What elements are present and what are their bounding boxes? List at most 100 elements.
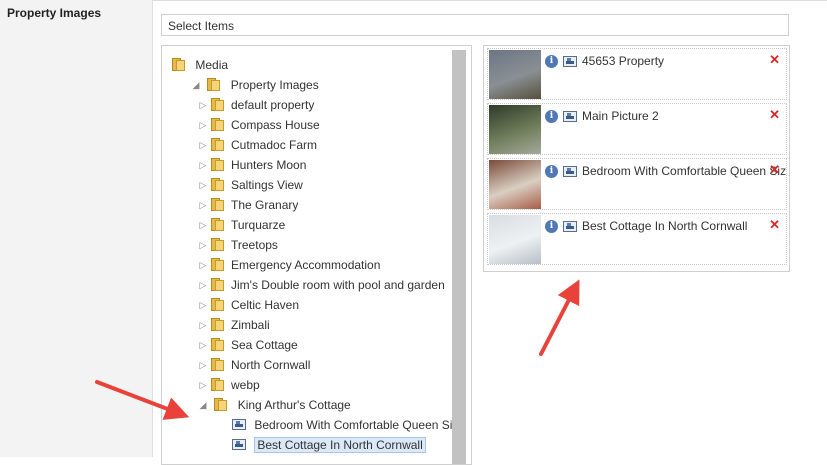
- selected-items-panel: i 45653 Property ✕ i Main Picture 2 ✕ i Bedroom…: [483, 45, 790, 272]
- tree-node-turquarze[interactable]: ▷ Turquarze: [198, 214, 286, 235]
- tree-leaf-bedroom[interactable]: Bedroom With Comfortable Queen Si: [232, 414, 452, 434]
- expanded-arrow-icon[interactable]: ◢: [198, 395, 208, 415]
- info-icon[interactable]: i: [545, 55, 558, 68]
- image-icon: [563, 221, 577, 232]
- thumbnail-image: [489, 50, 541, 99]
- folder-icon: [211, 158, 224, 172]
- picked-item-name: Bedroom With Comfortable Queen Size: [582, 164, 787, 178]
- tree-node-zimbali[interactable]: ▷ Zimbali: [198, 314, 270, 334]
- media-tree-panel: Media ◢ Property Images ▷ default propert…: [161, 45, 472, 465]
- tree-node-label: North Cornwall: [231, 357, 311, 372]
- collapsed-arrow-icon[interactable]: ▷: [198, 275, 208, 295]
- folder-icon: [211, 218, 224, 232]
- tree-node-label: default property: [231, 97, 315, 112]
- tree-node-label: Treetops: [231, 237, 278, 252]
- image-icon: [232, 439, 246, 451]
- select-items-bar[interactable]: Select Items: [161, 14, 789, 36]
- arrow-to-picked-items: [539, 279, 580, 356]
- tree-node-north-cornwall[interactable]: ▷ North Cornwall: [198, 354, 311, 375]
- tree-node-compass-house[interactable]: ▷ Compass House: [198, 114, 320, 134]
- thumbnail-image: [489, 160, 541, 209]
- tree-node-label: Turquarze: [231, 217, 286, 232]
- collapsed-arrow-icon[interactable]: ▷: [198, 95, 208, 115]
- tree-node-celtic-haven[interactable]: ▷ Celtic Haven: [198, 294, 300, 315]
- tree-node-label: The Granary: [231, 197, 299, 212]
- info-icon[interactable]: i: [545, 110, 558, 123]
- tree-node-cutmadoc-farm[interactable]: ▷ Cutmadoc Farm: [198, 134, 318, 155]
- picked-item[interactable]: i 45653 Property ✕: [487, 48, 787, 100]
- tree-node-label: Cutmadoc Farm: [231, 137, 318, 152]
- collapsed-arrow-icon[interactable]: ▷: [198, 355, 208, 375]
- collapsed-arrow-icon[interactable]: ▷: [198, 155, 208, 175]
- tree-node-sea-cottage[interactable]: ▷ Sea Cottage: [198, 334, 298, 354]
- tree-node-the-granary[interactable]: ▷ The Granary: [198, 194, 299, 215]
- remove-icon[interactable]: ✕: [769, 52, 780, 68]
- collapsed-arrow-icon[interactable]: ▷: [198, 295, 208, 315]
- tree-node-label: Property Images: [230, 77, 319, 92]
- collapsed-arrow-icon[interactable]: ▷: [198, 235, 208, 255]
- tree-leaf-best-cottage[interactable]: Best Cottage In North Cornwall: [232, 434, 426, 454]
- folder-icon: [211, 378, 224, 392]
- tree-node-media[interactable]: Media: [172, 54, 228, 74]
- folder-icon: [214, 398, 228, 412]
- remove-icon[interactable]: ✕: [769, 162, 780, 178]
- tree-node-label: Emergency Accommodation: [231, 257, 381, 272]
- tree-node-treetops[interactable]: ▷ Treetops: [198, 234, 278, 254]
- tree-leaf-label: Bedroom With Comfortable Queen Si: [254, 417, 453, 432]
- thumbnail-image: [489, 105, 541, 154]
- folder-icon: [211, 238, 224, 252]
- folder-icon: [211, 318, 224, 332]
- tree-node-property-images[interactable]: ◢ Property Images: [191, 74, 319, 94]
- folder-icon: [211, 338, 224, 352]
- collapsed-arrow-icon[interactable]: ▷: [198, 115, 208, 135]
- info-icon[interactable]: i: [545, 165, 558, 178]
- picked-item[interactable]: i Best Cottage In North Cornwall ✕: [487, 213, 787, 265]
- tree-node-saltings-view[interactable]: ▷ Saltings View: [198, 174, 303, 194]
- collapsed-arrow-icon[interactable]: ▷: [198, 375, 208, 395]
- folder-icon: [207, 78, 221, 92]
- info-icon[interactable]: i: [545, 220, 558, 233]
- tree-node-label: Zimbali: [231, 317, 270, 332]
- tree-node-label: Hunters Moon: [231, 157, 307, 172]
- tree-scrollbar[interactable]: [452, 50, 466, 464]
- picked-item[interactable]: i Bedroom With Comfortable Queen Size ✕: [487, 158, 787, 210]
- tree-node-label: Saltings View: [231, 177, 303, 192]
- collapsed-arrow-icon[interactable]: ▷: [198, 255, 208, 275]
- collapsed-arrow-icon[interactable]: ▷: [198, 135, 208, 155]
- folder-icon: [211, 258, 224, 272]
- tree-node-webp[interactable]: ▷ webp: [198, 374, 260, 394]
- tree-node-default-property[interactable]: ▷ default property: [198, 94, 315, 115]
- tree-node-emergency-accommodation[interactable]: ▷ Emergency Accommodation: [198, 254, 381, 275]
- image-icon: [563, 166, 577, 177]
- collapsed-arrow-icon[interactable]: ▷: [198, 215, 208, 235]
- property-images-label: Property Images: [7, 6, 102, 20]
- image-icon: [563, 56, 577, 67]
- remove-icon[interactable]: ✕: [769, 107, 780, 123]
- tree-node-label: Sea Cottage: [231, 337, 298, 352]
- tree-node-label: Celtic Haven: [231, 297, 300, 312]
- expanded-arrow-icon[interactable]: ◢: [191, 75, 201, 95]
- folder-icon: [211, 278, 224, 292]
- collapsed-arrow-icon[interactable]: ▷: [198, 195, 208, 215]
- folder-icon: [172, 58, 185, 72]
- tree-node-label: Compass House: [231, 117, 320, 132]
- remove-icon[interactable]: ✕: [769, 217, 780, 233]
- tree-leaf-label-selected: Best Cottage In North Cornwall: [254, 436, 426, 453]
- tree-node-hunters-moon[interactable]: ▷ Hunters Moon: [198, 154, 307, 175]
- picked-item[interactable]: i Main Picture 2 ✕: [487, 103, 787, 155]
- collapsed-arrow-icon[interactable]: ▷: [198, 335, 208, 355]
- collapsed-arrow-icon[interactable]: ▷: [198, 315, 208, 335]
- folder-icon: [211, 98, 224, 112]
- tree-node-king-arthurs-cottage[interactable]: ◢ King Arthur's Cottage: [198, 394, 351, 414]
- folder-icon: [211, 118, 224, 132]
- collapsed-arrow-icon[interactable]: ▷: [198, 175, 208, 195]
- folder-icon: [211, 178, 224, 192]
- picked-item-name: 45653 Property: [582, 54, 665, 68]
- folder-icon: [211, 198, 224, 212]
- tree-node-jim-s-double-room-with-pool-and-garden[interactable]: ▷ Jim's Double room with pool and garden: [198, 274, 445, 294]
- image-icon: [232, 419, 246, 431]
- tree-node-label: webp: [231, 377, 260, 392]
- folder-icon: [211, 298, 224, 312]
- picked-item-name: Main Picture 2: [582, 109, 659, 123]
- tree-node-label: Media: [195, 57, 229, 72]
